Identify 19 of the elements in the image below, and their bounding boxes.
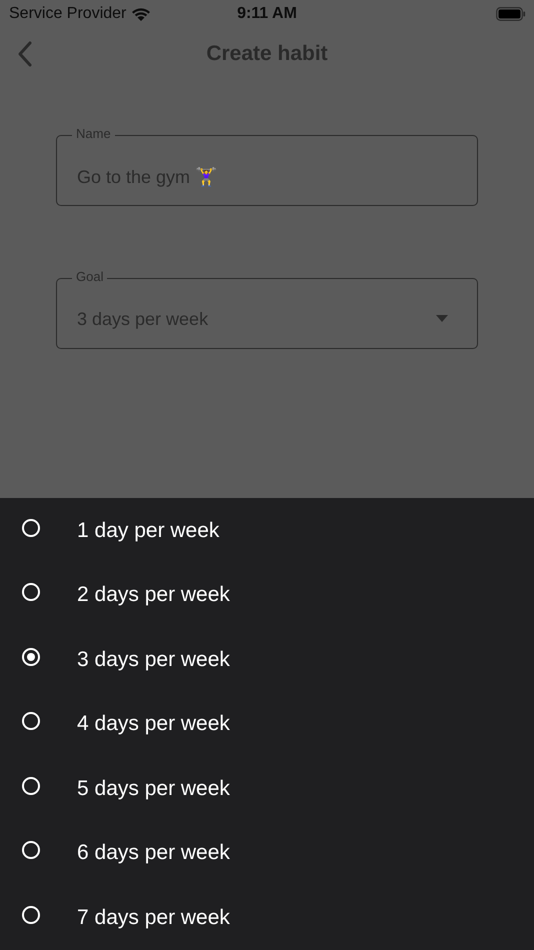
goal-option[interactable]: 4 days per week (0, 692, 534, 756)
radio-button[interactable] (22, 776, 40, 795)
radio-button[interactable] (22, 906, 40, 924)
goal-option[interactable]: 5 days per week (0, 756, 534, 821)
dropdown-arrow-icon (436, 315, 448, 322)
wifi-icon (131, 6, 152, 22)
radio-button[interactable] (22, 841, 40, 860)
goal-option[interactable]: 7 days per week (0, 886, 534, 950)
goal-option[interactable]: 6 days per week (0, 821, 534, 886)
battery-icon (496, 7, 526, 21)
radio-button[interactable] (22, 583, 40, 602)
radio-button[interactable] (22, 648, 40, 666)
clock-time: 9:11 AM (237, 5, 297, 22)
goal-option[interactable]: 2 days per week (0, 563, 534, 628)
goal-option[interactable]: 1 day per week (0, 498, 534, 563)
goal-option[interactable]: 3 days per week (0, 628, 534, 692)
radio-button[interactable] (22, 518, 40, 537)
radio-button[interactable] (22, 712, 40, 730)
carrier-name: Service Provider (9, 5, 126, 23)
